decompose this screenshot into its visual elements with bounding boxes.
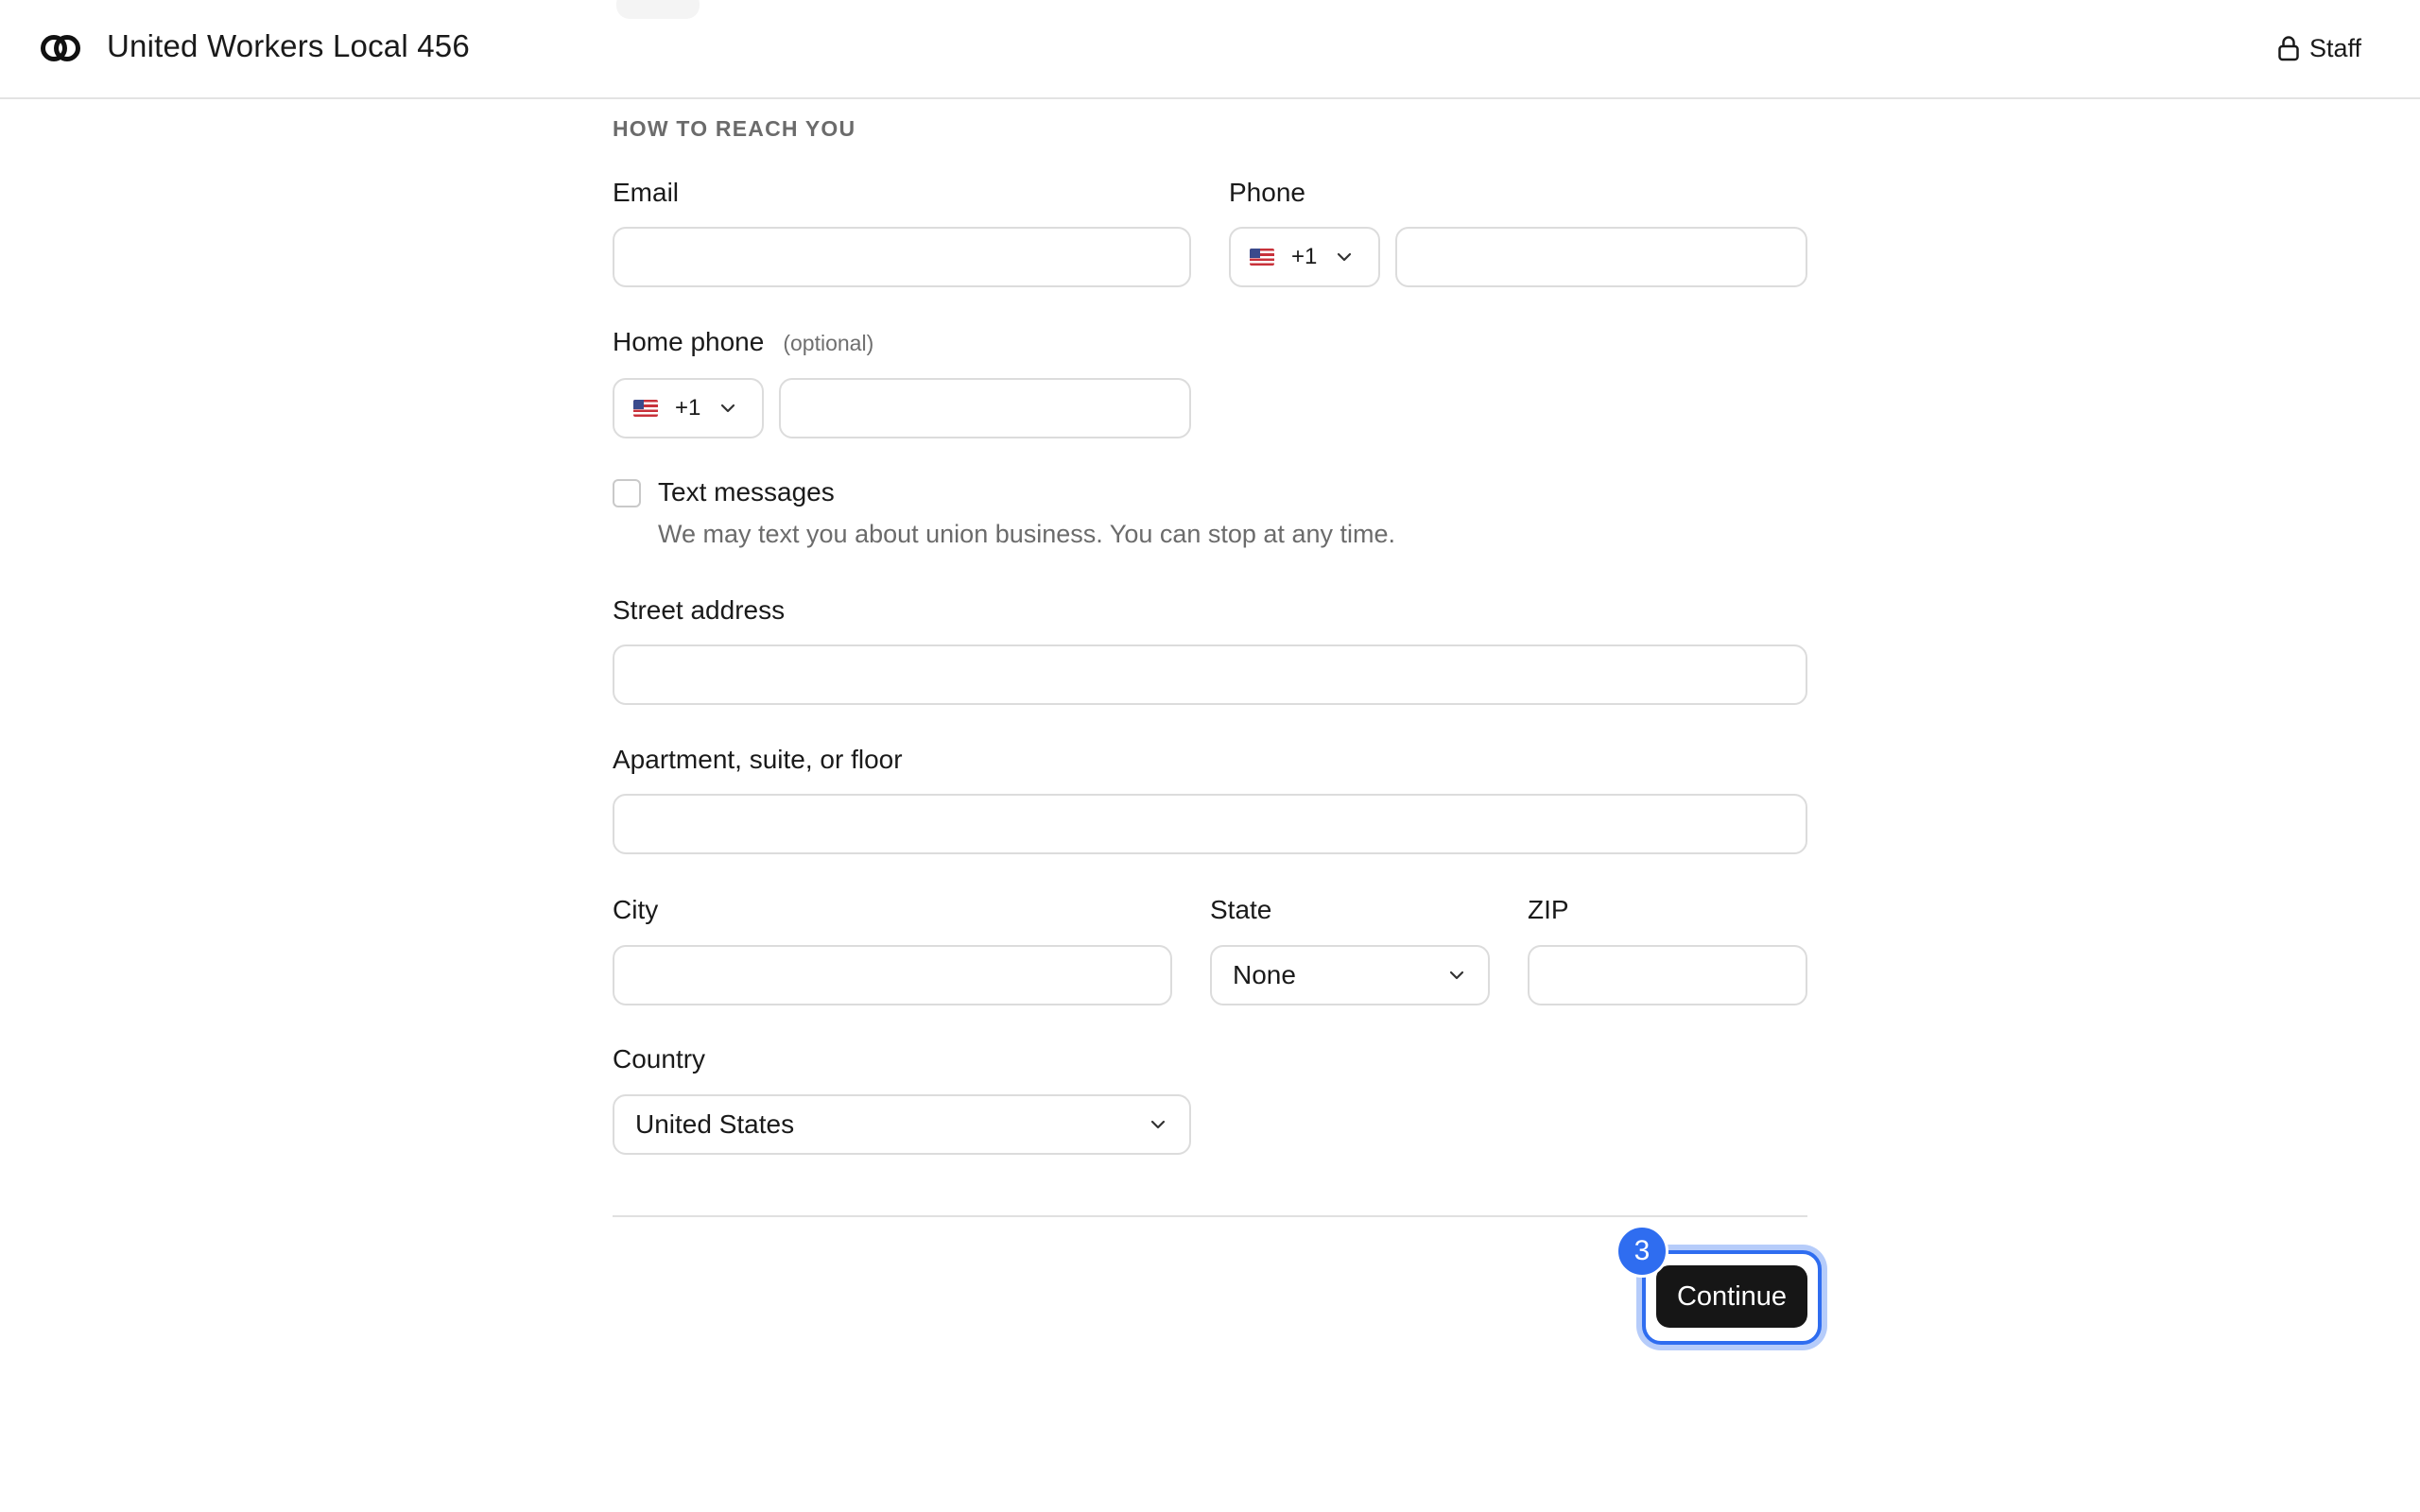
chevron-down-icon [721,404,735,413]
scroll-remnant [616,0,700,19]
phone-country-code: +1 [1291,244,1318,269]
home-phone-country-code: +1 [675,395,701,421]
optional-hint: (optional) [783,331,874,355]
apartment-label: Apartment, suite, or floor [613,745,903,774]
city-label: City [613,895,659,924]
street-address-label: Street address [613,595,786,625]
phone-country-code-select[interactable]: +1 [1229,227,1380,287]
lock-icon [2278,36,2299,61]
city-input[interactable] [613,945,1172,1005]
top-bar: United Workers Local 456 Staff [0,0,2420,99]
state-label: State [1210,895,1272,924]
step-badge: 3 [1616,1225,1668,1278]
home-phone-label: Home phone (optional) [613,327,873,357]
text-messages-label: Text messages [658,477,835,507]
org-name: United Workers Local 456 [107,28,470,63]
home-phone-input[interactable] [779,378,1191,438]
phone-label: Phone [1229,178,1305,207]
email-label: Email [613,178,680,207]
phone-input[interactable] [1395,227,1807,287]
us-flag-icon [1250,249,1274,266]
chevron-down-icon [1338,252,1352,262]
staff-label: Staff [2308,33,2361,62]
text-messages-checkbox[interactable] [613,479,641,507]
country-select[interactable]: United States [613,1094,1191,1155]
text-messages-help: We may text you about union business. Yo… [658,520,1395,548]
street-address-input[interactable] [613,644,1807,705]
home-phone-country-code-select[interactable]: +1 [613,378,764,438]
state-select[interactable]: None [1210,945,1490,1005]
staff-link[interactable]: Staff [2277,32,2361,64]
form-divider [613,1215,1807,1217]
continue-button[interactable]: Continue [1656,1265,1807,1328]
email-input[interactable] [613,227,1191,287]
logo-icon [41,35,80,61]
us-flag-icon [633,400,658,417]
chevron-down-icon [1150,1120,1166,1129]
country-selected-value: United States [635,1109,795,1139]
apartment-input[interactable] [613,794,1807,854]
home-phone-label-text: Home phone [613,327,765,356]
zip-label: ZIP [1528,895,1569,924]
state-selected-value: None [1233,960,1296,989]
section-title: HOW TO REACH YOU [613,116,856,141]
zip-input[interactable] [1528,945,1807,1005]
chevron-down-icon [1449,971,1464,980]
country-label: Country [613,1044,706,1074]
